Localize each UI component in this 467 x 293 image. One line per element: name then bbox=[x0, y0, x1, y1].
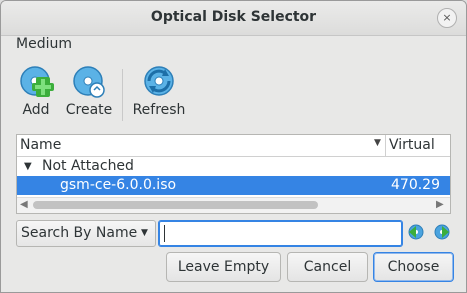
search-previous-icon[interactable] bbox=[407, 222, 427, 242]
scroll-left-icon[interactable]: ◀ bbox=[20, 199, 28, 210]
create-label: Create bbox=[65, 102, 113, 118]
refresh-icon bbox=[144, 66, 174, 96]
add-label: Add bbox=[22, 102, 50, 118]
optical-disk-selector-dialog: Optical Disk Selector × Medium Add Creat… bbox=[0, 0, 467, 293]
expand-arrow-icon[interactable]: ▼ bbox=[24, 157, 32, 176]
menu-bar: Medium bbox=[1, 36, 466, 56]
group-label: Not Attached bbox=[42, 158, 134, 174]
scroll-right-icon[interactable]: ▶ bbox=[436, 199, 444, 210]
search-next-icon[interactable] bbox=[431, 222, 451, 242]
create-disk-icon bbox=[73, 66, 105, 98]
window-title: Optical Disk Selector bbox=[150, 9, 317, 25]
item-virtual-size: 470.29 bbox=[391, 177, 440, 193]
add-button[interactable]: Add bbox=[13, 65, 59, 118]
sort-down-icon: ▼ bbox=[374, 138, 381, 148]
search-mode-value: Search By Name bbox=[21, 225, 138, 241]
menu-medium[interactable]: Medium bbox=[16, 36, 72, 52]
search-mode-combo[interactable]: Search By Name ▼ bbox=[16, 220, 156, 247]
choose-button[interactable]: Choose bbox=[373, 252, 454, 282]
cancel-button[interactable]: Cancel bbox=[287, 252, 368, 282]
medium-tree[interactable]: Name ▼ Virtual ▼ Not Attached gsm-ce-6.0… bbox=[16, 134, 451, 214]
add-disk-icon bbox=[20, 66, 54, 97]
item-name: gsm-ce-6.0.0.iso bbox=[60, 177, 177, 193]
search-input[interactable] bbox=[158, 220, 403, 247]
toolbar-separator bbox=[122, 69, 123, 121]
scrollbar-thumb[interactable] bbox=[33, 201, 318, 209]
create-button[interactable]: Create bbox=[63, 65, 115, 118]
refresh-label: Refresh bbox=[132, 102, 186, 118]
toolbar: Add Create Refresh bbox=[1, 59, 466, 127]
leave-empty-button[interactable]: Leave Empty bbox=[166, 252, 281, 282]
tree-group-row[interactable]: ▼ Not Attached bbox=[17, 157, 450, 176]
column-header-name[interactable]: Name bbox=[20, 137, 61, 153]
horizontal-scrollbar[interactable]: ◀ ▶ bbox=[17, 197, 450, 213]
tree-header: Name ▼ Virtual bbox=[17, 135, 450, 157]
text-cursor bbox=[164, 225, 165, 242]
tree-item-row[interactable]: gsm-ce-6.0.0.iso 470.29 bbox=[17, 176, 450, 195]
title-bar: Optical Disk Selector × bbox=[1, 1, 466, 36]
close-button[interactable]: × bbox=[437, 8, 457, 28]
dropdown-arrow-icon: ▼ bbox=[141, 228, 148, 238]
column-header-virtual[interactable]: Virtual bbox=[389, 137, 435, 153]
column-divider[interactable] bbox=[385, 135, 386, 156]
refresh-button[interactable]: Refresh bbox=[131, 65, 187, 118]
